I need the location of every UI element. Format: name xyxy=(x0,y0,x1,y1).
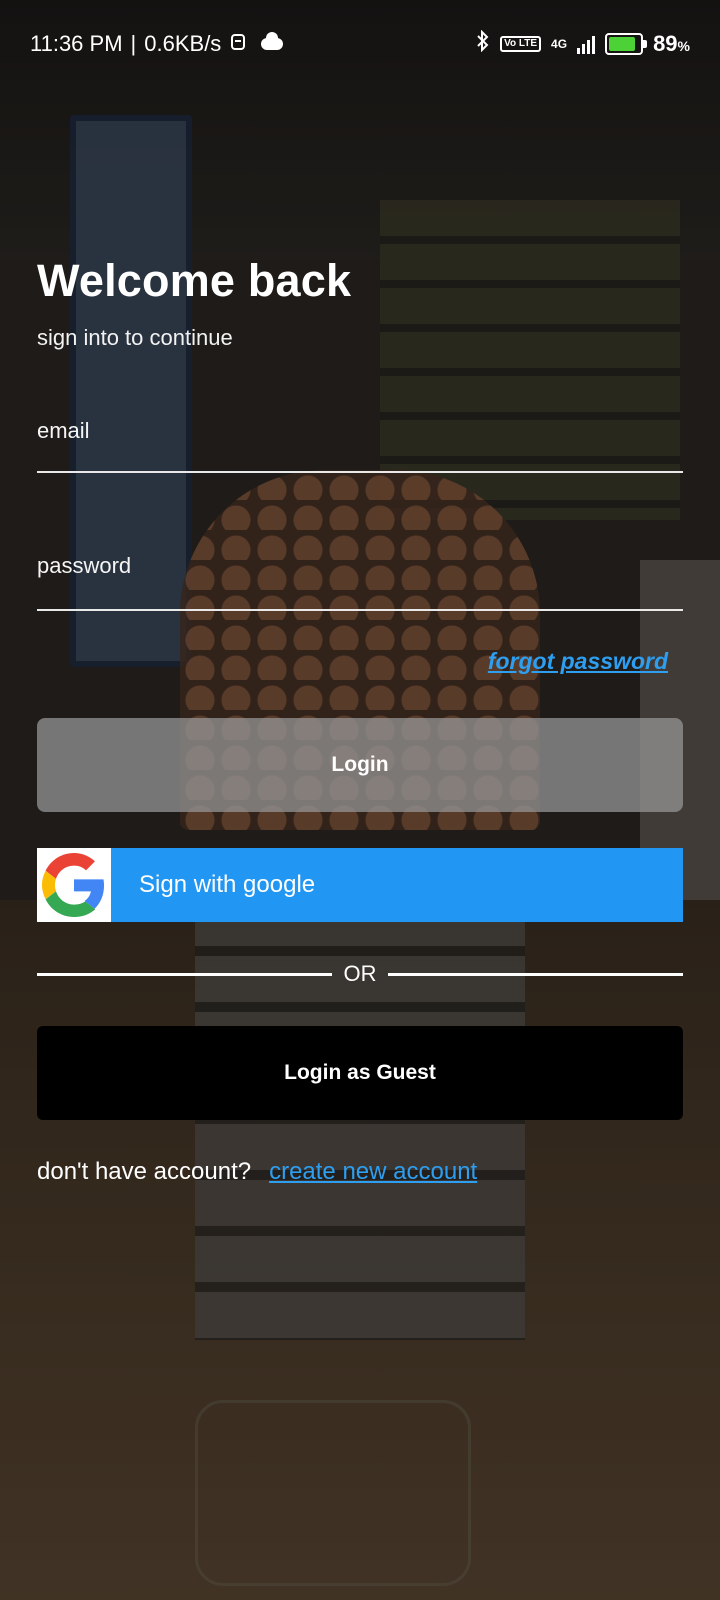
or-divider: OR xyxy=(37,960,683,990)
email-field[interactable]: email xyxy=(37,418,683,478)
page-title: Welcome back xyxy=(37,255,352,306)
status-bar: 11:36 PM | 0.6KB/s Vo LTE 4G 89% xyxy=(0,0,720,88)
login-button-label: Login xyxy=(331,753,389,776)
network-type: 4G xyxy=(551,37,568,51)
email-label: email xyxy=(37,418,90,443)
signup-row: don't have account? create new account xyxy=(37,1158,477,1186)
divider-line-right xyxy=(388,973,683,976)
signal-icon xyxy=(577,34,596,54)
login-screen: Welcome back sign into to continue email… xyxy=(0,0,720,1600)
status-separator: | xyxy=(130,31,137,56)
status-time: 11:36 PM xyxy=(30,31,123,56)
google-button-label: Sign with google xyxy=(139,871,316,898)
page-subtitle: sign into to continue xyxy=(37,325,233,350)
email-underline xyxy=(37,471,683,473)
notification-icon xyxy=(229,31,247,57)
google-signin-button[interactable]: Sign with google xyxy=(37,848,683,922)
status-right: Vo LTE 4G 89% xyxy=(476,29,690,58)
status-left: 11:36 PM | 0.6KB/s xyxy=(30,31,284,57)
password-underline xyxy=(37,609,683,611)
battery-icon xyxy=(605,33,648,55)
battery-level: 89% xyxy=(653,31,690,56)
create-account-link[interactable]: create new account xyxy=(269,1158,477,1186)
forgot-password-link[interactable]: forgot password xyxy=(488,648,668,675)
google-logo-icon xyxy=(37,848,111,922)
volte-icon: Vo LTE xyxy=(500,36,542,52)
password-label: password xyxy=(37,553,132,578)
status-speed: 0.6KB/s xyxy=(144,31,222,56)
password-field[interactable]: password xyxy=(37,553,683,613)
cloud-icon xyxy=(261,32,284,50)
no-account-text: don't have account? xyxy=(37,1158,252,1185)
guest-login-button[interactable]: Login as Guest xyxy=(37,1026,683,1120)
login-button[interactable]: Login xyxy=(37,718,683,812)
guest-button-label: Login as Guest xyxy=(284,1061,436,1084)
bluetooth-icon xyxy=(476,29,490,58)
